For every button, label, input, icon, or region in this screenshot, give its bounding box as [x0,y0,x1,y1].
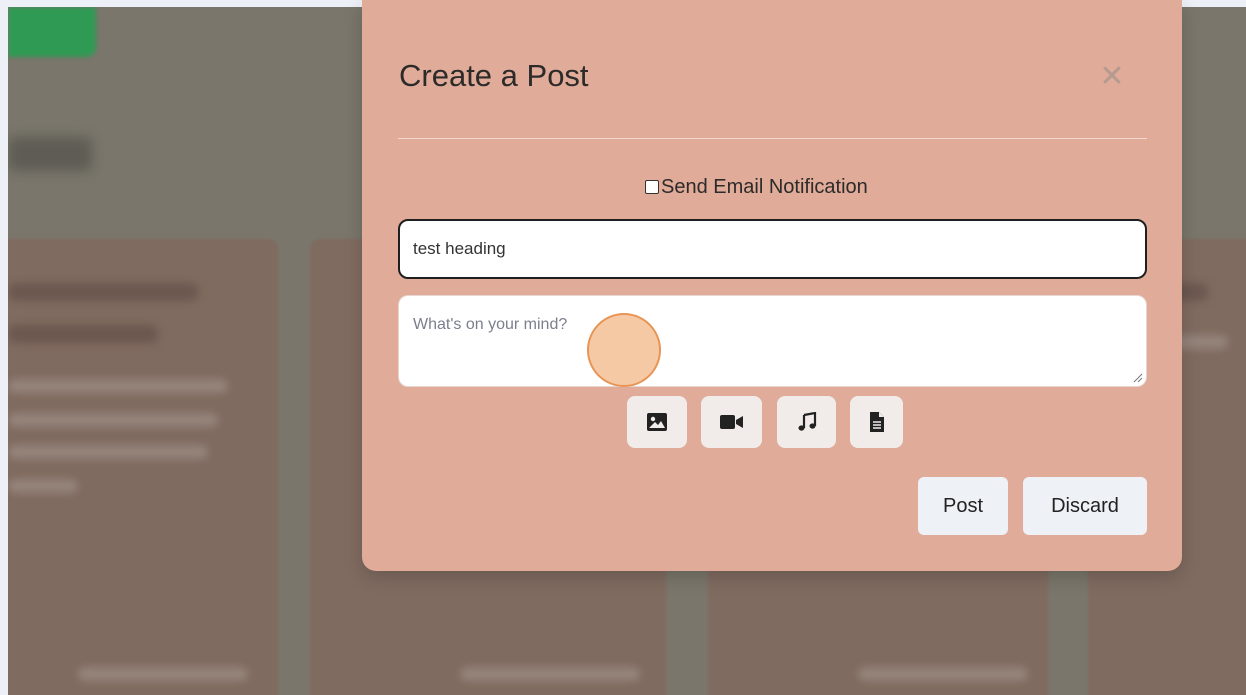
heading-input-value: test heading [413,239,506,258]
send-email-option[interactable]: Send Email Notification [645,176,868,198]
video-icon [719,415,743,429]
send-email-checkbox[interactable] [645,180,659,194]
resize-handle-icon[interactable] [1133,373,1143,383]
create-post-modal: Create a Post ✕ Send Email Notification … [362,0,1182,571]
body-textarea[interactable]: What's on your mind? [398,295,1147,387]
add-audio-button[interactable] [777,396,836,448]
heading-input[interactable]: test heading [398,219,1147,279]
background-card [8,239,278,695]
document-icon [869,412,884,432]
divider [398,138,1147,139]
discard-button[interactable]: Discard [1023,477,1147,535]
image-icon [647,413,667,431]
music-icon [798,412,816,431]
background-button [8,7,96,57]
post-button[interactable]: Post [918,477,1008,535]
modal-title: Create a Post [399,58,589,93]
add-image-button[interactable] [627,396,687,448]
body-placeholder: What's on your mind? [413,316,568,333]
click-indicator [587,313,661,387]
background-heading [8,137,92,171]
add-video-button[interactable] [701,396,762,448]
close-icon[interactable]: ✕ [1097,62,1127,92]
add-document-button[interactable] [850,396,903,448]
send-email-label: Send Email Notification [661,175,868,198]
attachment-toolbar [362,396,1182,448]
